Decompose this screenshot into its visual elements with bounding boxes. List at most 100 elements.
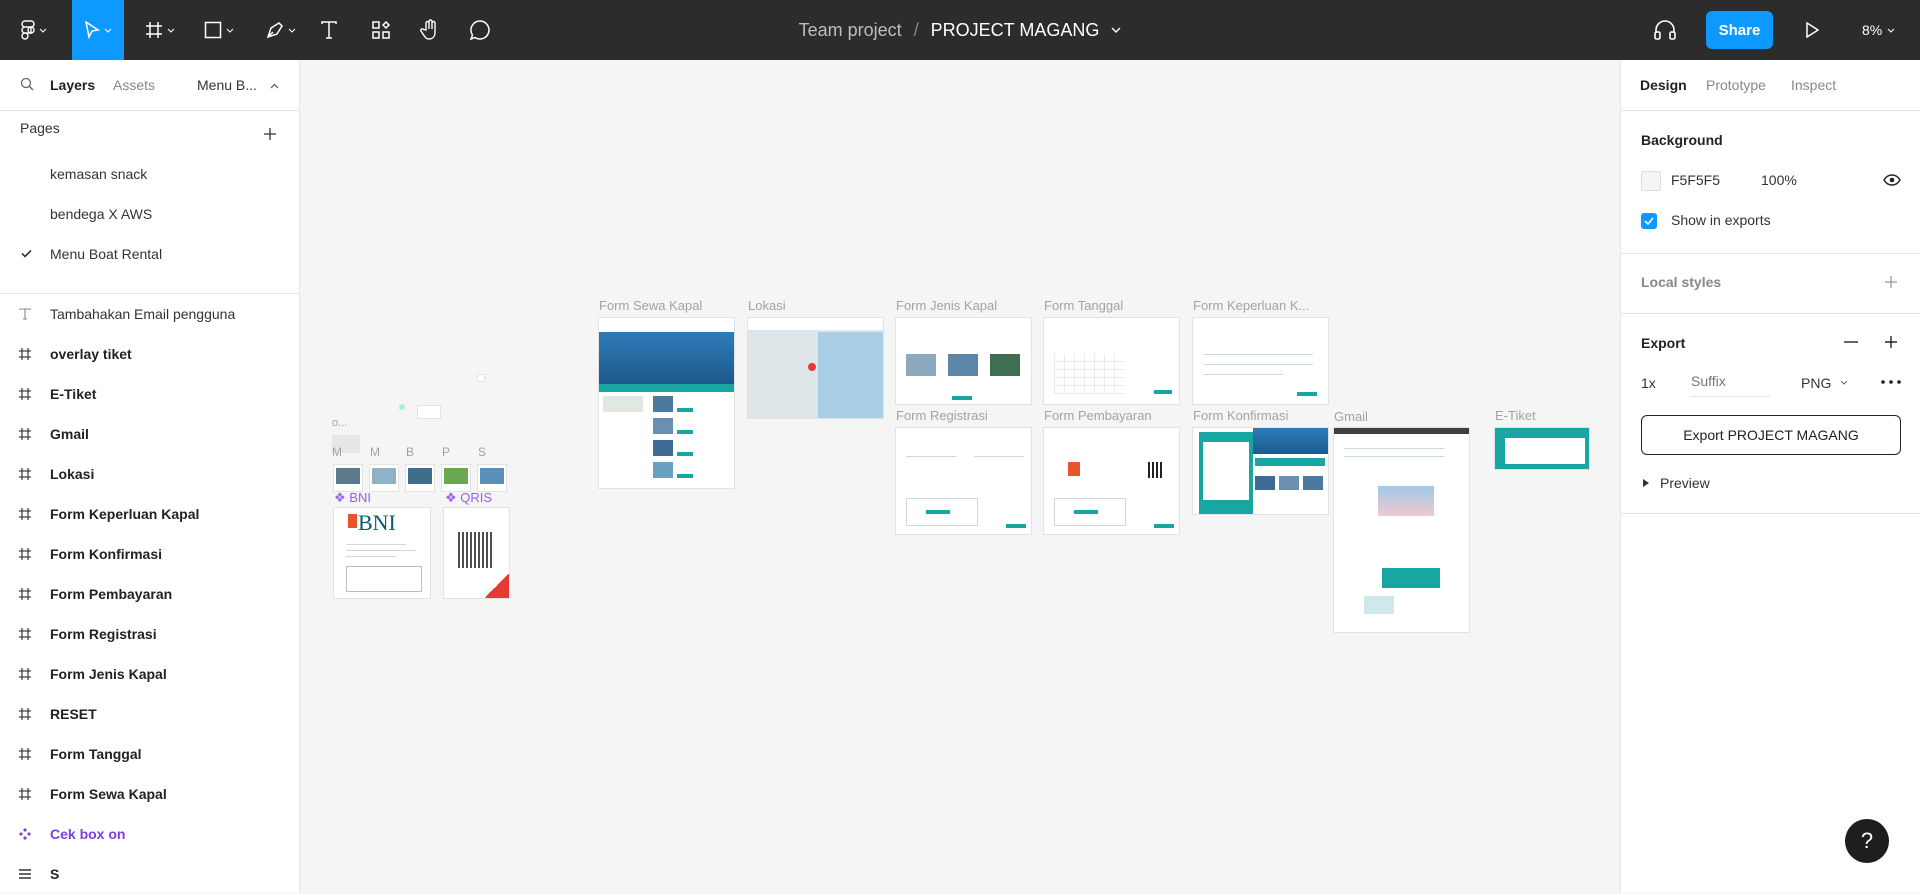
top-toolbar: Team project / PROJECT MAGANG Share 8% bbox=[0, 0, 1920, 60]
plus-icon[interactable] bbox=[1884, 275, 1898, 289]
audio-button[interactable] bbox=[1650, 0, 1680, 60]
frame-label-sewa[interactable]: Form Sewa Kapal bbox=[599, 298, 702, 313]
menu-card-thumb bbox=[334, 465, 362, 491]
page-item-current[interactable]: Menu Boat Rental bbox=[50, 246, 162, 262]
layer-row[interactable]: overlay tiket bbox=[0, 334, 299, 374]
page-item[interactable]: bendega X AWS bbox=[50, 206, 152, 222]
page-item[interactable]: kemasan snack bbox=[50, 166, 147, 182]
chevron-down-icon[interactable] bbox=[1111, 27, 1121, 33]
qris-card bbox=[444, 508, 509, 598]
layer-name: Gmail bbox=[50, 426, 89, 442]
main-menu-button[interactable] bbox=[14, 0, 54, 60]
search-icon[interactable] bbox=[20, 77, 34, 91]
menu-card-thumb bbox=[442, 465, 470, 491]
rectangle-icon bbox=[204, 21, 222, 39]
share-button[interactable]: Share bbox=[1706, 11, 1773, 49]
frame-label-konfirmasi[interactable]: Form Konfirmasi bbox=[1193, 408, 1288, 423]
export-format[interactable]: PNG bbox=[1801, 375, 1831, 391]
chevron-down-icon[interactable] bbox=[1840, 380, 1848, 385]
project-name[interactable]: PROJECT MAGANG bbox=[931, 20, 1100, 41]
hand-icon bbox=[420, 19, 436, 40]
export-suffix-input[interactable] bbox=[1691, 366, 1771, 397]
layer-row[interactable]: Form Sewa Kapal bbox=[0, 774, 299, 814]
tab-inspect[interactable]: Inspect bbox=[1791, 77, 1836, 93]
layer-row[interactable]: E-Tiket bbox=[0, 374, 299, 414]
export-button[interactable]: Export PROJECT MAGANG bbox=[1641, 415, 1901, 455]
frame-tool-button[interactable] bbox=[140, 0, 180, 60]
frame-label-registrasi[interactable]: Form Registrasi bbox=[896, 408, 988, 423]
frame-icon bbox=[146, 22, 162, 38]
text-tool-button[interactable] bbox=[316, 0, 342, 60]
frame-layer-icon bbox=[19, 508, 31, 520]
frame-label-keperluan[interactable]: Form Keperluan K... bbox=[1193, 298, 1309, 313]
layer-row[interactable]: Form Registrasi bbox=[0, 614, 299, 654]
frame-form-tanggal[interactable] bbox=[1044, 318, 1179, 404]
layer-row[interactable]: Cek box on bbox=[0, 814, 299, 854]
frame-label-lokasi[interactable]: Lokasi bbox=[748, 298, 786, 313]
frame-label-pembayaran[interactable]: Form Pembayaran bbox=[1044, 408, 1152, 423]
frame-form-pembayaran[interactable] bbox=[1044, 428, 1179, 534]
layer-row[interactable]: Form Keperluan Kapal bbox=[0, 494, 299, 534]
frame-label-etiket[interactable]: E-Tiket bbox=[1495, 408, 1536, 423]
layer-type-icon bbox=[0, 827, 50, 841]
frame-form-keperluan-kapal[interactable] bbox=[1193, 318, 1328, 404]
preview-toggle[interactable]: Preview bbox=[1660, 475, 1710, 491]
frame-layer-icon bbox=[19, 668, 31, 680]
frame-label-gmail[interactable]: Gmail bbox=[1334, 409, 1368, 424]
layer-type-icon bbox=[0, 507, 50, 521]
show-in-exports-checkbox[interactable] bbox=[1641, 213, 1657, 229]
frame-label-tanggal[interactable]: Form Tanggal bbox=[1044, 298, 1123, 313]
layer-row[interactable]: RESET bbox=[0, 694, 299, 734]
frame-label-jenis[interactable]: Form Jenis Kapal bbox=[896, 298, 997, 313]
frame-gmail[interactable] bbox=[1334, 428, 1469, 632]
layer-type-icon bbox=[0, 347, 50, 361]
design-canvas[interactable]: o... M M B P S ❖ BNI ❖ QRIS BNI Form Sew… bbox=[300, 60, 1619, 893]
eye-icon[interactable] bbox=[1883, 174, 1901, 186]
team-project-link[interactable]: Team project bbox=[799, 20, 902, 41]
frame-form-jenis-kapal[interactable] bbox=[896, 318, 1031, 404]
tab-layers[interactable]: Layers bbox=[50, 77, 95, 93]
frame-form-sewa-kapal[interactable] bbox=[599, 318, 734, 488]
layer-row[interactable]: Gmail bbox=[0, 414, 299, 454]
layer-row[interactable]: Form Pembayaran bbox=[0, 574, 299, 614]
layer-name: E-Tiket bbox=[50, 386, 97, 402]
layer-row[interactable]: Form Jenis Kapal bbox=[0, 654, 299, 694]
zoom-menu[interactable]: 8% bbox=[1862, 0, 1895, 60]
background-opacity[interactable]: 100% bbox=[1761, 172, 1797, 188]
layer-type-icon bbox=[0, 308, 50, 320]
add-page-icon[interactable] bbox=[263, 127, 277, 141]
background-hex[interactable]: F5F5F5 bbox=[1671, 172, 1720, 188]
move-tool-button[interactable] bbox=[72, 0, 124, 60]
layer-row[interactable]: Lokasi bbox=[0, 454, 299, 494]
chevron-down-icon bbox=[1887, 28, 1895, 33]
input-box bbox=[346, 566, 422, 592]
background-swatch[interactable] bbox=[1641, 171, 1661, 191]
hand-tool-button[interactable] bbox=[416, 0, 444, 60]
present-button[interactable] bbox=[1800, 0, 1824, 60]
page-switcher[interactable]: Menu B... bbox=[197, 77, 257, 93]
chevron-up-icon[interactable] bbox=[270, 83, 279, 89]
tab-assets[interactable]: Assets bbox=[113, 77, 155, 93]
tab-prototype[interactable]: Prototype bbox=[1706, 77, 1766, 93]
export-scale[interactable]: 1x bbox=[1641, 375, 1656, 391]
plus-icon[interactable] bbox=[1884, 335, 1898, 349]
frame-lokasi[interactable] bbox=[748, 318, 883, 418]
layer-row[interactable]: Tambahakan Email pengguna bbox=[0, 294, 299, 334]
comment-tool-button[interactable] bbox=[466, 0, 494, 60]
triangle-right-icon[interactable] bbox=[1643, 479, 1649, 487]
frame-form-konfirmasi[interactable] bbox=[1193, 428, 1328, 514]
layer-row[interactable]: S bbox=[0, 854, 299, 894]
layer-row[interactable]: Form Konfirmasi bbox=[0, 534, 299, 574]
frame-form-registrasi[interactable] bbox=[896, 428, 1031, 534]
tab-design[interactable]: Design bbox=[1640, 77, 1687, 93]
more-options-icon[interactable] bbox=[1881, 380, 1901, 384]
frame-e-tiket[interactable] bbox=[1495, 428, 1589, 469]
shape-tool-button[interactable] bbox=[198, 0, 240, 60]
menu-card-thumb bbox=[370, 465, 398, 491]
pen-tool-button[interactable] bbox=[260, 0, 302, 60]
minus-icon[interactable] bbox=[1844, 341, 1858, 343]
help-button[interactable]: ? bbox=[1845, 819, 1889, 863]
layer-row[interactable]: Form Tanggal bbox=[0, 734, 299, 774]
play-icon bbox=[1806, 22, 1819, 38]
resources-button[interactable] bbox=[368, 0, 394, 60]
